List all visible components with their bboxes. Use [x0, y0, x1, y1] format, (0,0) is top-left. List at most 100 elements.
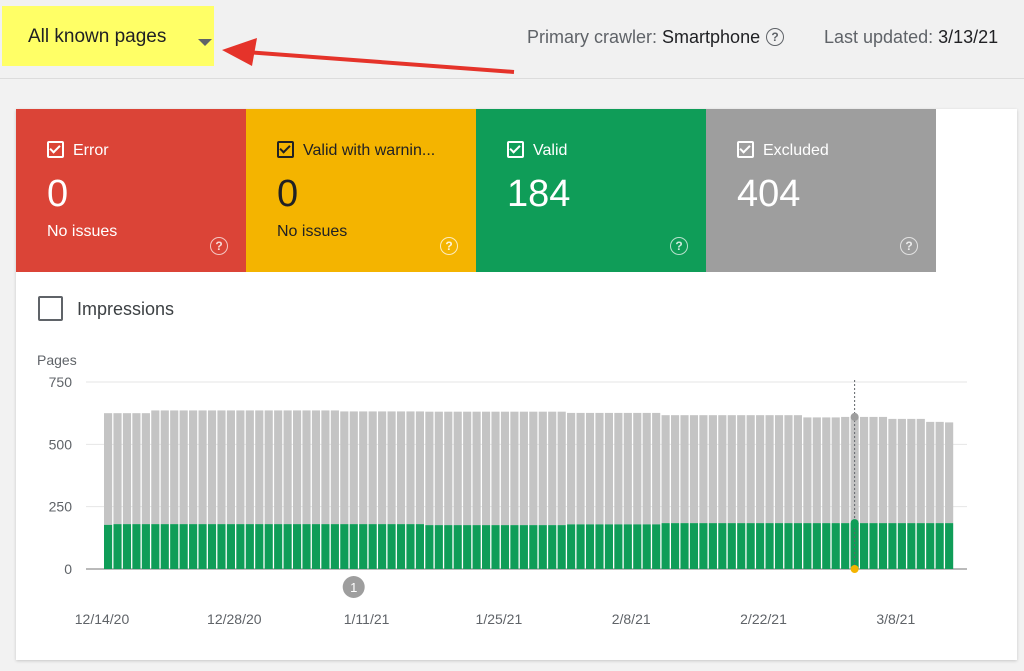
- bar-excluded: [482, 411, 491, 526]
- bar-excluded: [614, 412, 623, 525]
- bar-excluded: [916, 418, 925, 524]
- bar-valid: [283, 524, 292, 569]
- bar-valid: [519, 525, 528, 569]
- bar-valid: [293, 524, 302, 569]
- bar-excluded: [869, 416, 878, 524]
- bar-excluded: [652, 412, 661, 525]
- bar-valid: [189, 524, 198, 569]
- bar-valid: [217, 524, 226, 569]
- bar-excluded: [349, 411, 358, 525]
- bar-excluded: [207, 410, 217, 525]
- bar-excluded: [860, 416, 869, 524]
- bar-excluded: [425, 411, 434, 526]
- bar-excluded: [198, 410, 207, 525]
- annotation-number: 1: [350, 580, 357, 595]
- bar-excluded: [567, 412, 576, 525]
- bar-excluded: [302, 410, 311, 525]
- red-arrow-annotation: [222, 38, 515, 74]
- x-tick-label: 2/22/21: [740, 611, 787, 627]
- bar-excluded: [926, 421, 935, 524]
- bar-valid: [264, 524, 273, 569]
- bar-excluded: [803, 417, 812, 524]
- bar-valid: [406, 524, 415, 569]
- bar-excluded: [122, 413, 132, 525]
- bar-valid: [935, 523, 944, 569]
- bar-valid: [529, 525, 538, 569]
- hover-point-excluded: [850, 412, 859, 421]
- x-tick-label: 3/8/21: [876, 611, 915, 627]
- bar-excluded: [671, 415, 680, 524]
- bar-excluded: [576, 412, 585, 525]
- bar-excluded: [311, 410, 321, 525]
- bar-valid: [822, 523, 831, 569]
- y-tick-label: 500: [49, 436, 73, 452]
- y-tick-label: 750: [49, 374, 73, 390]
- bar-valid: [633, 524, 642, 569]
- bar-valid: [718, 523, 727, 569]
- bar-valid: [774, 523, 784, 569]
- bar-excluded: [245, 410, 254, 525]
- bar-valid: [548, 525, 557, 569]
- bar-valid: [160, 524, 169, 569]
- bar-excluded: [604, 412, 613, 525]
- bar-excluded: [264, 410, 273, 525]
- bar-excluded: [179, 410, 188, 525]
- arrow-shaft: [245, 50, 515, 74]
- x-tick-label: 2/8/21: [612, 611, 651, 627]
- bar-excluded: [595, 412, 604, 525]
- bar-excluded: [812, 417, 821, 524]
- bar-valid: [463, 525, 472, 569]
- bar-valid: [538, 525, 547, 569]
- bar-valid: [746, 523, 755, 569]
- bar-valid: [642, 524, 651, 569]
- bar-valid: [812, 523, 821, 569]
- bar-valid: [510, 525, 519, 569]
- bar-valid: [784, 523, 793, 569]
- bar-excluded: [699, 415, 708, 524]
- bar-valid: [396, 524, 406, 569]
- bar-valid: [122, 524, 132, 569]
- coverage-card: Error 0 No issues ? Valid with warnin...…: [16, 109, 1017, 660]
- bar-excluded: [387, 411, 396, 525]
- bar-valid: [113, 524, 122, 569]
- bar-excluded: [151, 410, 160, 525]
- bar-valid: [255, 524, 264, 569]
- bar-valid: [321, 524, 330, 569]
- bar-excluded: [132, 413, 141, 525]
- bar-excluded: [548, 411, 557, 526]
- bar-valid: [226, 524, 235, 569]
- bar-excluded: [945, 422, 954, 524]
- bar-valid: [897, 523, 906, 569]
- x-tick-label: 12/14/20: [75, 611, 130, 627]
- bar-valid: [453, 525, 462, 569]
- bar-valid: [623, 524, 632, 569]
- bar-excluded: [774, 415, 784, 524]
- bar-valid: [132, 524, 141, 569]
- bar-valid: [245, 524, 254, 569]
- bar-valid: [576, 524, 585, 569]
- bar-valid: [472, 525, 481, 569]
- bar-excluded: [661, 415, 670, 524]
- bar-valid: [387, 524, 396, 569]
- bar-valid: [680, 523, 689, 569]
- bar-excluded: [104, 413, 113, 525]
- bar-excluded: [708, 415, 717, 524]
- bar-excluded: [510, 411, 519, 526]
- bar-excluded: [321, 410, 330, 525]
- bar-excluded: [113, 413, 122, 525]
- bar-valid: [878, 523, 888, 569]
- pages-chart: Pages 750 500 250 0 12/14/20 12/28/20 1/11/21…: [37, 352, 967, 627]
- bar-valid: [567, 524, 576, 569]
- bar-valid: [945, 523, 954, 569]
- bar-excluded: [141, 413, 150, 525]
- bar-valid: [207, 524, 217, 569]
- bar-excluded: [170, 410, 179, 525]
- bar-valid: [104, 524, 113, 569]
- bar-excluded: [737, 415, 746, 524]
- bar-valid: [831, 523, 840, 569]
- bar-excluded: [359, 411, 368, 525]
- bar-valid: [368, 524, 377, 569]
- bar-excluded: [642, 412, 651, 525]
- bar-valid: [614, 524, 623, 569]
- bar-valid: [708, 523, 717, 569]
